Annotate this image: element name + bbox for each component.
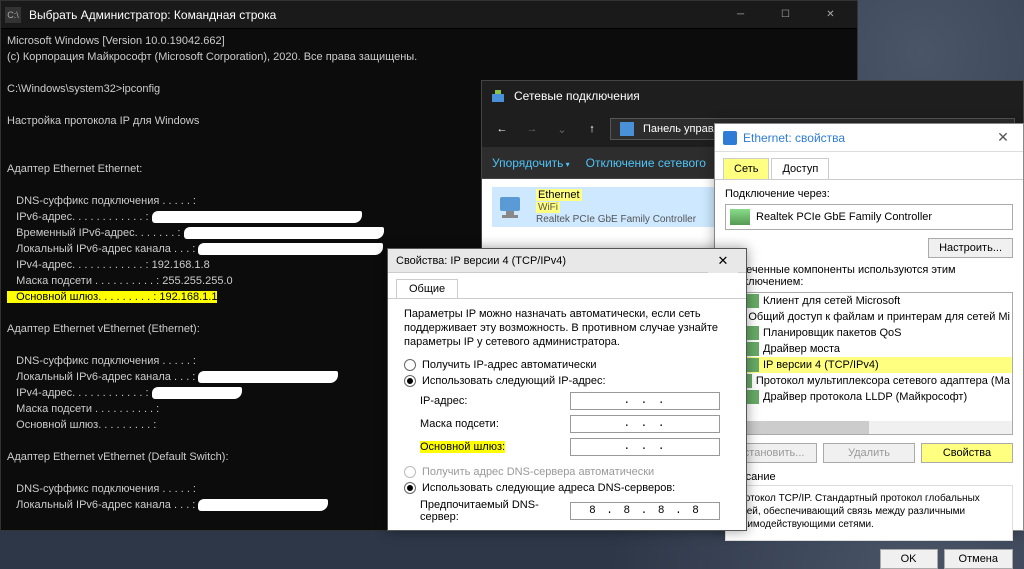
component-icon bbox=[745, 342, 759, 356]
ep-title: Ethernet: свойства bbox=[743, 131, 985, 145]
ipv4-info-text: Параметры IP можно назначать автоматичес… bbox=[404, 307, 730, 349]
organize-menu[interactable]: Упорядочить bbox=[492, 156, 570, 170]
ethernet-adapter-icon bbox=[496, 193, 528, 221]
component-item[interactable]: Протокол мультиплексора сетевого адаптер… bbox=[726, 373, 1012, 389]
radio-manual-dns[interactable]: Использовать следующие адреса DNS-сервер… bbox=[404, 482, 730, 494]
forward-button[interactable]: → bbox=[520, 117, 544, 141]
adapter-field: Realtek PCIe GbE Family Controller bbox=[725, 204, 1013, 230]
subnet-mask-label: Маска подсети: bbox=[420, 418, 570, 430]
component-item[interactable]: Драйвер моста bbox=[726, 341, 1012, 357]
ipv4-properties-dialog: Свойства: IP версии 4 (TCP/IPv4) ✕ Общие… bbox=[387, 248, 747, 531]
nc-titlebar[interactable]: Сетевые подключения bbox=[482, 81, 1023, 111]
back-button[interactable]: ← bbox=[490, 117, 514, 141]
connect-using-label: Подключение через: bbox=[725, 188, 1013, 200]
nic-icon bbox=[730, 209, 750, 225]
horizontal-scrollbar[interactable] bbox=[725, 421, 1013, 435]
maximize-button[interactable]: ☐ bbox=[763, 1, 808, 29]
component-item[interactable]: Клиент для сетей Microsoft bbox=[726, 293, 1012, 309]
ethernet-properties-dialog: Ethernet: свойства ✕ Сеть Доступ Подключ… bbox=[714, 123, 1024, 531]
close-button[interactable]: ✕ bbox=[708, 249, 738, 273]
default-gateway-label: Основной шлюз: bbox=[420, 441, 570, 453]
component-item[interactable]: Драйвер протокола LLDP (Майкрософт) bbox=[726, 389, 1012, 405]
description-text: Протокол TCP/IP. Стандартный протокол гл… bbox=[725, 485, 1013, 541]
adapter-name-text: Realtek PCIe GbE Family Controller bbox=[756, 211, 932, 223]
cmd-titlebar[interactable]: C:\ Выбрать Администратор: Командная стр… bbox=[1, 1, 857, 29]
ip-address-label: IP-адрес: bbox=[420, 395, 570, 407]
ethernet-props-icon bbox=[723, 131, 737, 145]
components-label: Отмеченные компоненты используются этим … bbox=[725, 264, 1013, 288]
component-icon bbox=[745, 326, 759, 340]
tab-sharing[interactable]: Доступ bbox=[771, 158, 829, 179]
uninstall-button[interactable]: Удалить bbox=[823, 443, 915, 463]
minimize-button[interactable]: ─ bbox=[718, 1, 763, 29]
iv-titlebar[interactable]: Свойства: IP версии 4 (TCP/IPv4) ✕ bbox=[388, 249, 746, 273]
tab-network[interactable]: Сеть bbox=[723, 158, 769, 179]
adapter-device: Realtek PCIe GbE Family Controller bbox=[536, 214, 696, 225]
default-gateway-input[interactable]: . . . bbox=[570, 438, 720, 456]
network-icon bbox=[490, 88, 506, 104]
control-panel-icon bbox=[619, 121, 635, 137]
radio-icon bbox=[404, 375, 416, 387]
adapter-status: WiFi bbox=[536, 202, 560, 213]
cmd-icon: C:\ bbox=[5, 7, 21, 23]
nc-title: Сетевые подключения bbox=[514, 89, 1015, 103]
component-item[interactable]: Общий доступ к файлам и принтерам для се… bbox=[726, 309, 1012, 325]
adapter-name: Ethernet bbox=[536, 189, 582, 201]
close-button[interactable]: ✕ bbox=[991, 129, 1015, 146]
recent-dropdown[interactable]: ⌄ bbox=[550, 117, 574, 141]
tab-general[interactable]: Общие bbox=[396, 279, 458, 298]
ep-tabs: Сеть Доступ bbox=[715, 152, 1023, 179]
configure-button[interactable]: Настроить... bbox=[928, 238, 1013, 258]
component-icon bbox=[745, 358, 759, 372]
radio-icon bbox=[404, 359, 416, 371]
cancel-button[interactable]: Отмена bbox=[944, 549, 1013, 569]
preferred-dns-input[interactable]: 8 . 8 . 8 . 8 bbox=[570, 502, 720, 520]
ep-titlebar[interactable]: Ethernet: свойства ✕ bbox=[715, 124, 1023, 152]
ok-button[interactable]: OK bbox=[880, 549, 938, 569]
iv-title: Свойства: IP версии 4 (TCP/IPv4) bbox=[396, 255, 708, 267]
disable-device-button[interactable]: Отключение сетевого bbox=[586, 156, 706, 170]
component-ipv4[interactable]: IP версии 4 (TCP/IPv4) bbox=[726, 357, 1012, 373]
subnet-mask-input[interactable]: . . . bbox=[570, 415, 720, 433]
component-item[interactable]: Планировщик пакетов QoS bbox=[726, 325, 1012, 341]
radio-auto-ip[interactable]: Получить IP-адрес автоматически bbox=[404, 359, 730, 371]
ip-address-input[interactable]: . . . bbox=[570, 392, 720, 410]
radio-manual-ip[interactable]: Использовать следующий IP-адрес: bbox=[404, 375, 730, 387]
preferred-dns-label: Предпочитаемый DNS-сервер: bbox=[420, 499, 570, 523]
radio-icon bbox=[404, 466, 416, 478]
radio-auto-dns: Получить адрес DNS-сервера автоматически bbox=[404, 466, 730, 478]
cmd-title: Выбрать Администратор: Командная строка bbox=[29, 8, 718, 22]
scrollbar-thumb[interactable] bbox=[726, 421, 869, 434]
properties-button[interactable]: Свойства bbox=[921, 443, 1013, 463]
description-label: Описание bbox=[725, 471, 1013, 483]
up-button[interactable]: ↑ bbox=[580, 117, 604, 141]
components-list[interactable]: Клиент для сетей Microsoft Общий доступ … bbox=[725, 292, 1013, 422]
component-icon bbox=[745, 294, 759, 308]
component-icon bbox=[745, 390, 759, 404]
radio-icon bbox=[404, 482, 416, 494]
close-button[interactable]: ✕ bbox=[808, 1, 853, 29]
